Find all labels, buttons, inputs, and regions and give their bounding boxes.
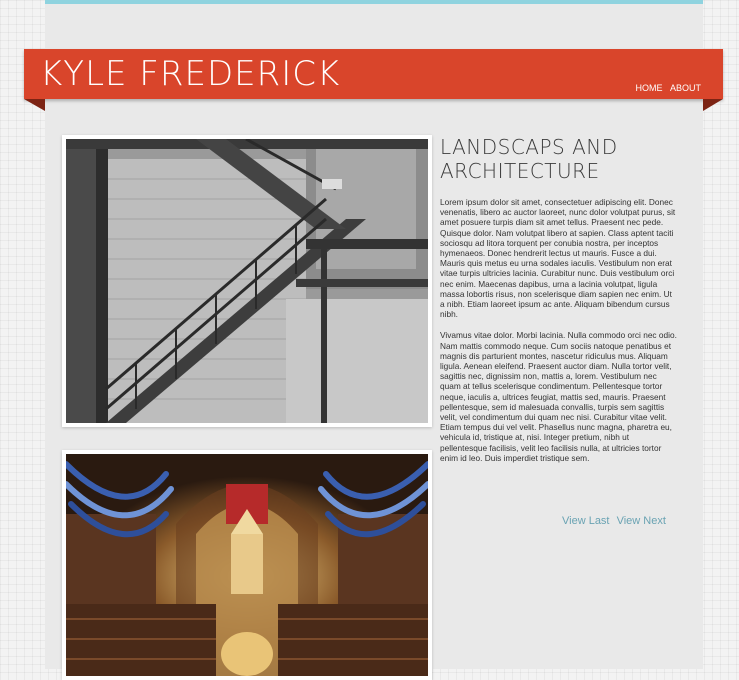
article-title: Landscaps and Architecture <box>440 135 618 183</box>
pager: View Last View Next <box>562 515 670 527</box>
staircase-image <box>66 139 428 423</box>
top-accent-bar <box>45 0 703 4</box>
banner-fold-right <box>703 99 723 111</box>
banner-fold-left <box>24 99 45 111</box>
gallery-photo-cathedral[interactable] <box>62 450 432 680</box>
article-paragraph: Vivamus vitae dolor. Morbi lacinia. Null… <box>440 330 677 463</box>
main-nav: HOME ABOUT <box>630 83 701 93</box>
gallery-photo-staircase[interactable] <box>62 135 432 427</box>
header-banner: Kyle Frederick HOME ABOUT <box>24 49 723 99</box>
view-next-link[interactable]: View Next <box>617 515 666 527</box>
cathedral-image <box>66 454 428 676</box>
article: Landscaps and Architecture Lorem ipsum d… <box>440 135 678 463</box>
article-paragraph: Lorem ipsum dolor sit amet, consectetuer… <box>440 197 676 320</box>
view-last-link[interactable]: View Last <box>562 515 610 527</box>
nav-about-link[interactable]: ABOUT <box>670 83 701 93</box>
nav-home-link[interactable]: HOME <box>635 83 662 93</box>
site-title[interactable]: Kyle Frederick <box>40 54 340 94</box>
